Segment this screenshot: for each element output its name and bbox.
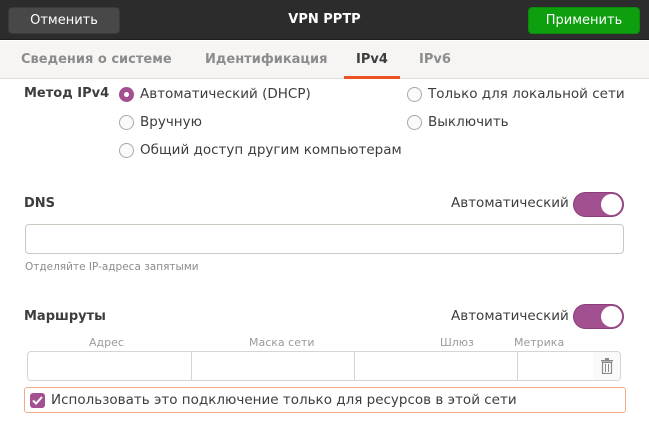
radio-icon: [407, 86, 422, 102]
radio-icon: [119, 114, 134, 130]
column-metric: Метрика: [514, 336, 565, 349]
radio-label: Автоматический (DHCP): [140, 86, 311, 102]
only-local-resources-checkbox[interactable]: Использовать это подключение только для …: [24, 387, 626, 413]
tab-ipv6[interactable]: IPv6: [419, 52, 451, 67]
tab-bar: Сведения о системе Идентификация IPv4 IP…: [0, 41, 649, 79]
dns-auto-label: Автоматический: [451, 195, 569, 211]
radio-icon: [119, 142, 134, 158]
radio-disabled[interactable]: Выключить: [407, 114, 509, 130]
trash-icon: [600, 358, 613, 374]
tab-identity[interactable]: Идентификация: [205, 52, 328, 67]
radio-manual[interactable]: Вручную: [119, 114, 202, 130]
only-local-resources-label: Использовать это подключение только для …: [51, 392, 517, 408]
routes-label: Маршруты: [24, 309, 106, 324]
dns-input[interactable]: [25, 224, 624, 254]
radio-shared[interactable]: Общий доступ другим компьютерам: [119, 142, 402, 158]
dns-label: DNS: [24, 196, 56, 211]
tab-details[interactable]: Сведения о системе: [21, 52, 172, 67]
radio-icon: [407, 114, 422, 130]
radio-label: Общий доступ другим компьютерам: [140, 142, 402, 158]
radio-selected-icon: [119, 86, 134, 102]
header-bar: Отменить VPN PPTP Применить: [0, 0, 649, 40]
column-netmask: Маска сети: [249, 336, 315, 349]
column-address: Адрес: [89, 336, 124, 349]
radio-link-local[interactable]: Только для локальной сети: [407, 86, 625, 102]
route-gateway-input[interactable]: [354, 351, 518, 381]
routes-auto-label: Автоматический: [451, 308, 569, 324]
apply-button[interactable]: Применить: [528, 7, 640, 34]
checkbox-checked-icon: [30, 392, 45, 408]
radio-label: Только для локальной сети: [428, 86, 625, 102]
route-metric-input[interactable]: [517, 351, 594, 381]
dns-auto-switch[interactable]: [573, 192, 624, 217]
routes-auto-switch[interactable]: [573, 304, 624, 329]
column-gateway: Шлюз: [440, 336, 474, 349]
radio-auto-dhcp[interactable]: Автоматический (DHCP): [119, 86, 311, 102]
radio-label: Выключить: [428, 114, 509, 130]
route-address-input[interactable]: [27, 351, 192, 381]
active-tab-indicator: [344, 76, 400, 79]
dns-hint: Отделяйте IP-адреса запятыми: [25, 261, 199, 273]
delete-route-button[interactable]: [593, 351, 621, 381]
route-netmask-input[interactable]: [191, 351, 355, 381]
method-label: Метод IPv4: [24, 86, 110, 101]
tab-ipv4[interactable]: IPv4: [356, 52, 388, 67]
radio-label: Вручную: [140, 114, 202, 130]
